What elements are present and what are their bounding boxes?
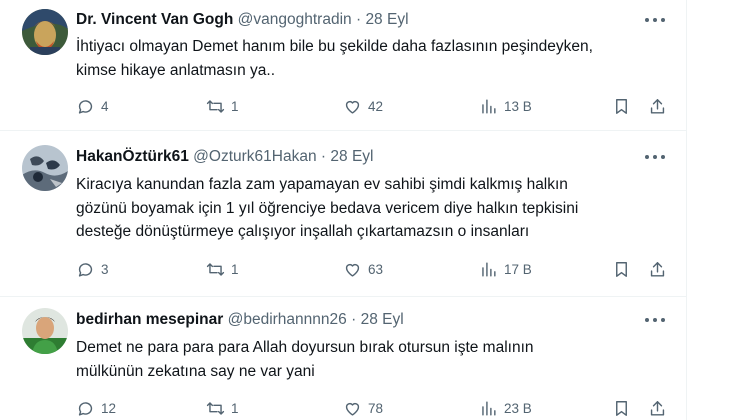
share-icon	[650, 261, 665, 277]
share-button[interactable]	[648, 258, 667, 280]
separator-dot: ·	[351, 311, 357, 328]
tweet-line: gözünü boyamak için 1 yıl öğrenciye beda…	[76, 199, 579, 217]
tweet-line: desteğe dönüştürmeye çalışıyor inşallah …	[76, 223, 530, 240]
bookmark-icon	[616, 261, 627, 277]
author-handle[interactable]: @bedirhannnn26	[228, 311, 347, 328]
action-bar: 3 1 63 17 B	[76, 258, 676, 280]
heart-icon	[345, 100, 360, 114]
tweet[interactable]: bedirhan mesepinar @bedirhannnn26 · 28 E…	[0, 297, 686, 420]
bookmark-button[interactable]	[612, 95, 631, 117]
retweet-button[interactable]: 1	[206, 397, 239, 419]
like-button[interactable]: 42	[343, 95, 383, 117]
action-bar: 4 1 42 13 B	[76, 95, 676, 117]
like-button[interactable]: 78	[343, 397, 383, 419]
retweet-icon	[206, 99, 225, 113]
reply-icon	[78, 99, 93, 114]
reply-count: 3	[101, 261, 109, 277]
separator-dot: ·	[320, 148, 327, 165]
tweet-line: mülkünün zekatına say ne var yani	[76, 362, 315, 380]
tweet-line: İhtiyacı olmayan Demet hanım bile bu şek…	[76, 38, 593, 55]
tweet-text: Demet ne para para para Allah doyursun b…	[76, 336, 676, 383]
reply-button[interactable]: 12	[76, 397, 116, 419]
more-icon[interactable]	[645, 18, 667, 24]
retweet-icon	[206, 401, 225, 415]
bookmark-button[interactable]	[612, 258, 631, 280]
tweet-feed: Dr. Vincent Van Gogh @vangoghtradin · 28…	[0, 0, 687, 420]
tweet-header: bedirhan mesepinar @bedirhannnn26 · 28 E…	[76, 310, 404, 330]
author-handle[interactable]: @Ozturk61Hakan	[193, 148, 316, 165]
author-handle[interactable]: @vangoghtradin	[238, 11, 352, 28]
heart-icon	[345, 263, 360, 277]
author-name[interactable]: HakanÖztürk61	[76, 148, 189, 165]
views-icon	[482, 400, 496, 416]
retweet-count: 1	[231, 98, 239, 114]
tweet[interactable]: HakanÖztürk61 @Ozturk61Hakan · 28 Eyl Ki…	[0, 131, 686, 297]
avatar[interactable]	[22, 308, 68, 354]
reply-count: 4	[101, 98, 109, 114]
bookmark-icon	[616, 98, 627, 114]
views-count: 23 B	[504, 400, 532, 416]
views-button[interactable]: 17 B	[479, 258, 532, 280]
reply-count: 12	[101, 400, 117, 416]
reply-icon	[78, 401, 93, 416]
views-count: 13 B	[504, 98, 532, 114]
tweet[interactable]: Dr. Vincent Van Gogh @vangoghtradin · 28…	[0, 0, 686, 131]
tweet-line: Demet ne para para para Allah doyursun b…	[76, 339, 534, 356]
bookmark-button[interactable]	[612, 397, 631, 419]
heart-icon	[345, 402, 360, 416]
avatar[interactable]	[22, 9, 68, 55]
like-count: 63	[368, 261, 384, 277]
retweet-button[interactable]: 1	[206, 258, 239, 280]
reply-button[interactable]: 3	[76, 258, 109, 280]
share-button[interactable]	[648, 95, 667, 117]
more-icon[interactable]	[645, 155, 667, 161]
share-icon	[650, 400, 665, 416]
avatar[interactable]	[22, 145, 68, 191]
views-icon	[482, 261, 496, 277]
tweet-text: Kiracıya kanundan fazla zam yapamayan ev…	[76, 173, 676, 244]
retweet-count: 1	[231, 261, 239, 277]
tweet-header: Dr. Vincent Van Gogh @vangoghtradin · 28…	[76, 10, 409, 30]
views-count: 17 B	[504, 261, 532, 277]
like-count: 42	[368, 98, 384, 114]
action-bar: 12 1 78 23 B	[76, 397, 676, 419]
views-icon	[482, 98, 496, 114]
author-name[interactable]: Dr. Vincent Van Gogh	[76, 11, 233, 28]
bookmark-icon	[616, 400, 627, 416]
retweet-count: 1	[231, 400, 239, 416]
reply-button[interactable]: 4	[76, 95, 109, 117]
like-count: 78	[368, 400, 384, 416]
author-name[interactable]: bedirhan mesepinar	[76, 311, 223, 328]
views-button[interactable]: 13 B	[479, 95, 532, 117]
retweet-button[interactable]: 1	[206, 95, 239, 117]
retweet-icon	[206, 262, 225, 276]
tweet-date[interactable]: 28 Eyl	[361, 311, 404, 328]
share-button[interactable]	[648, 397, 667, 419]
more-icon[interactable]	[645, 318, 667, 324]
tweet-date[interactable]: 28 Eyl	[365, 11, 408, 28]
tweet-line: Kiracıya kanundan fazla zam yapamayan ev…	[76, 176, 568, 193]
separator-dot: ·	[355, 11, 362, 28]
views-button[interactable]: 23 B	[479, 397, 532, 419]
tweet-date[interactable]: 28 Eyl	[330, 148, 373, 165]
like-button[interactable]: 63	[343, 258, 383, 280]
tweet-text: İhtiyacı olmayan Demet hanım bile bu şek…	[76, 35, 676, 82]
share-icon	[650, 98, 665, 114]
reply-icon	[78, 262, 93, 277]
tweet-header: HakanÖztürk61 @Ozturk61Hakan · 28 Eyl	[76, 147, 374, 167]
tweet-line: kimse hikaye anlatmasın ya..	[76, 61, 276, 79]
